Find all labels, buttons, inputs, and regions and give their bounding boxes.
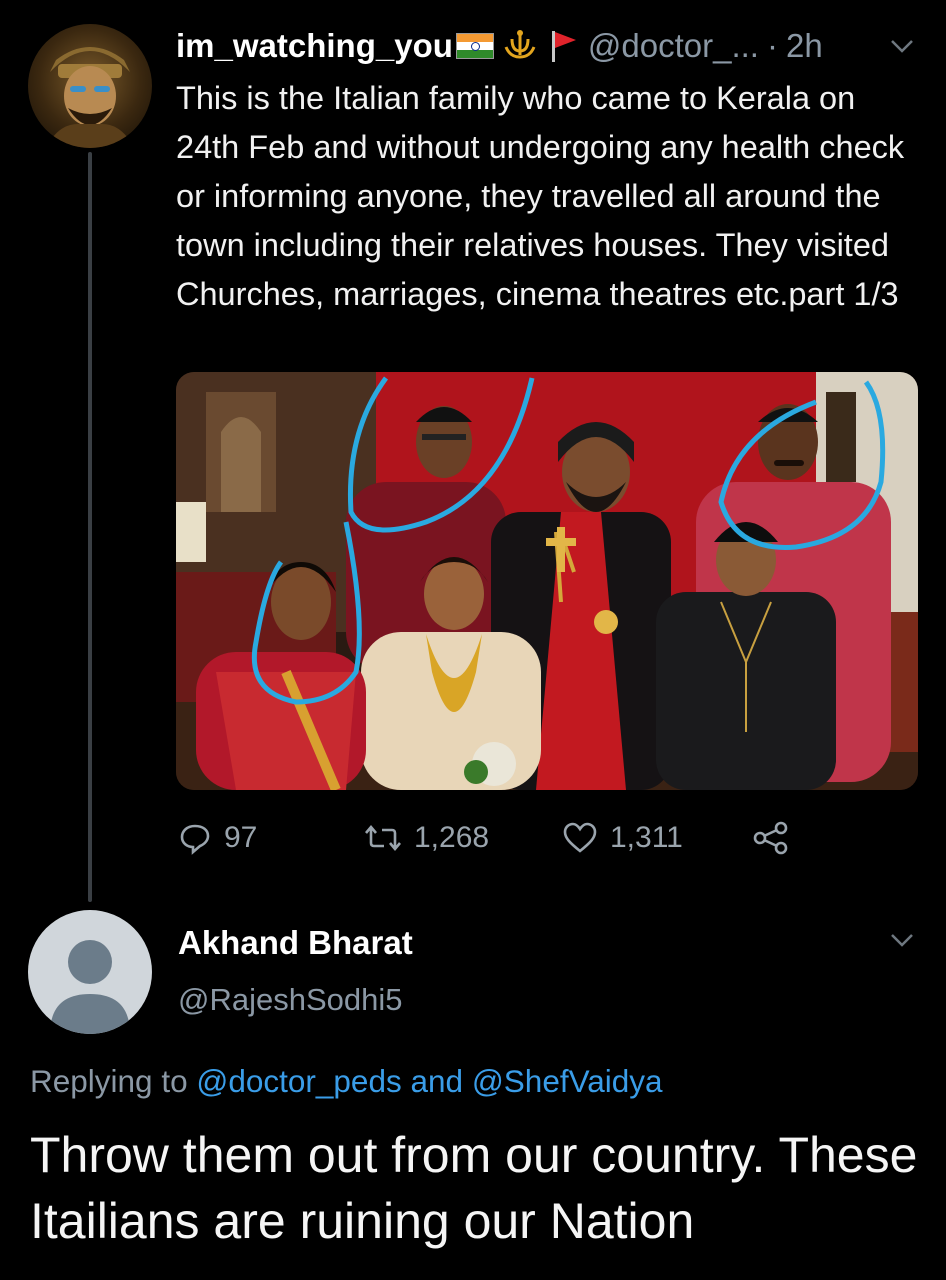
tweet-text: This is the Italian family who came to K… bbox=[176, 80, 905, 312]
reply-count: 97 bbox=[224, 821, 258, 854]
tweet-photo[interactable] bbox=[176, 372, 918, 790]
tweet-header: im_watching_you @doctor_... · 2h bbox=[176, 22, 916, 70]
mention-link[interactable]: @ShefVaidya bbox=[472, 1063, 663, 1099]
retweet-action[interactable]: 1,268 bbox=[364, 816, 489, 860]
avatar-portrait-icon bbox=[46, 47, 134, 148]
trident-emblem-icon bbox=[504, 30, 536, 59]
reply-icon bbox=[180, 824, 210, 855]
reply-text: Throw them out from our country. These I… bbox=[30, 1127, 918, 1249]
red-pennant-icon bbox=[551, 31, 576, 62]
reply-action[interactable]: 97 bbox=[178, 816, 257, 860]
user-avatar[interactable] bbox=[28, 24, 152, 148]
replying-conjunction: and bbox=[410, 1063, 464, 1099]
retweet-count: 1,268 bbox=[414, 821, 490, 854]
mention-link[interactable]: @doctor_peds bbox=[196, 1063, 401, 1099]
family-photo-illustration bbox=[176, 372, 918, 790]
tweet-username[interactable]: im_watching_you bbox=[176, 27, 453, 65]
heart-icon bbox=[563, 822, 597, 853]
tweet-time[interactable]: 2h bbox=[786, 27, 823, 65]
reply-avatar[interactable] bbox=[28, 910, 152, 1034]
thread-line bbox=[88, 152, 92, 902]
replying-prefix: Replying to bbox=[30, 1063, 188, 1099]
reply-handle[interactable]: @RajeshSodhi5 bbox=[178, 982, 403, 1018]
tweet-separator: · bbox=[766, 27, 778, 64]
chevron-down-icon[interactable] bbox=[888, 930, 916, 950]
share-action[interactable] bbox=[752, 816, 802, 860]
tweet-actions: 97 1,268 1,311 bbox=[178, 816, 798, 860]
like-count: 1,311 bbox=[610, 821, 683, 854]
chevron-down-icon[interactable] bbox=[888, 36, 916, 56]
retweet-icon bbox=[365, 824, 401, 852]
replying-to: Replying to @doctor_peds and @ShefVaidya bbox=[30, 1063, 663, 1100]
share-icon bbox=[753, 821, 788, 855]
india-flag-icon bbox=[455, 33, 494, 59]
default-profile-icon bbox=[50, 940, 130, 1034]
reply-username[interactable]: Akhand Bharat bbox=[178, 924, 413, 962]
like-action[interactable]: 1,311 bbox=[562, 816, 683, 860]
tweet-handle[interactable]: @doctor_... bbox=[588, 27, 759, 65]
